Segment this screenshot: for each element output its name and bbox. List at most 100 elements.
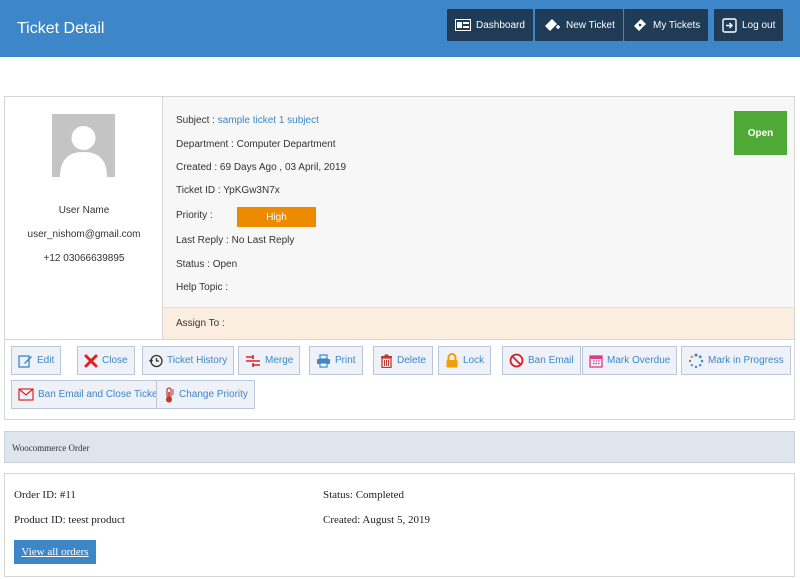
assign-row: Assign To : [163, 307, 794, 339]
user-phone: +12 03066639895 [43, 253, 125, 264]
lock-icon [446, 353, 458, 368]
status-badge: Open [734, 111, 787, 155]
edit-icon [18, 354, 32, 368]
edit-button[interactable]: Edit [11, 346, 62, 375]
user-name: User Name [58, 205, 110, 216]
dashboard-icon [455, 19, 471, 31]
order-created-row: Created: August 5, 2019 [323, 514, 430, 526]
action-bar: Edit Close Ticket History Merge Print De… [5, 339, 794, 420]
delete-label: Delete [397, 355, 426, 366]
delete-icon [381, 354, 392, 368]
logout-label: Log out [742, 19, 776, 31]
dashboard-button[interactable]: Dashboard [447, 9, 533, 41]
order-id-value: #11 [59, 489, 76, 501]
change-priority-button[interactable]: Change Priority [156, 380, 255, 409]
lock-label: Lock [463, 355, 485, 366]
avatar [52, 114, 115, 177]
print-icon [317, 353, 330, 368]
subject-label: Subject : [176, 115, 215, 126]
order-status-label: Status: [323, 489, 353, 501]
edit-label: Edit [37, 355, 55, 366]
calendar-icon [589, 354, 603, 368]
order-created-value: August 5, 2019 [362, 514, 430, 526]
top-header: Ticket Detail Dashboard New Ticket My Ti… [0, 0, 800, 57]
close-label: Close [102, 355, 128, 366]
ban-email-label: Ban Email [528, 355, 574, 366]
priority-label: Priority : [176, 210, 213, 221]
merge-button[interactable]: Merge [238, 346, 301, 375]
logout-button[interactable]: Log out [714, 9, 784, 41]
order-id-row: Order ID: #11 [14, 489, 76, 501]
subject-row: Subject : sample ticket 1 subject [176, 115, 319, 126]
merge-label: Merge [265, 355, 294, 366]
my-tickets-label: My Tickets [653, 19, 701, 31]
user-email: user_nishom@gmail.com [27, 229, 141, 240]
page-title: Ticket Detail [17, 20, 105, 37]
order-status-value: Completed [355, 489, 404, 501]
status-label: Status : [176, 259, 210, 270]
last-reply-label: Last Reply : [176, 235, 229, 246]
ticket-id-row: Ticket ID : YpKGw3N7x [176, 185, 280, 196]
last-reply-value: No Last Reply [231, 235, 295, 246]
created-row: Created : 69 Days Ago , 03 April, 2019 [176, 162, 346, 173]
mark-overdue-label: Mark Overdue [607, 355, 671, 366]
priority-row: Priority : High [176, 207, 376, 227]
history-icon [149, 354, 163, 367]
last-reply-row: Last Reply : No Last Reply [176, 235, 294, 246]
lock-button[interactable]: Lock [438, 346, 492, 375]
assign-label: Assign To : [176, 318, 225, 329]
help-topic-label: Help Topic : [176, 282, 229, 293]
print-label: Print [335, 355, 356, 366]
subject-value[interactable]: sample ticket 1 subject [218, 115, 319, 126]
department-value: Computer Department [236, 139, 336, 150]
order-id-label: Order ID: [14, 489, 58, 501]
change-priority-label: Change Priority [179, 389, 248, 400]
order-status-row: Status: Completed [323, 489, 404, 501]
priority-badge: High [237, 207, 316, 227]
mark-overdue-button[interactable]: Mark Overdue [582, 346, 678, 375]
user-avatar-icon [60, 126, 107, 177]
delete-button[interactable]: Delete [373, 346, 433, 375]
ticket-id-label: Ticket ID : [176, 185, 221, 196]
mark-in-progress-label: Mark in Progress [708, 355, 784, 366]
ban-email-button[interactable]: Ban Email [502, 346, 581, 375]
mail-icon [18, 388, 34, 401]
department-row: Department : Computer Department [176, 139, 336, 150]
help-topic-row: Help Topic : [176, 282, 228, 293]
user-card: User Name user_nishom@gmail.com +12 0306… [5, 97, 163, 339]
new-ticket-icon [545, 19, 560, 31]
ticket-info: Subject : sample ticket 1 subject Depart… [163, 97, 794, 307]
ban-email-close-label: Ban Email and Close Ticket [38, 389, 161, 400]
merge-icon [246, 354, 260, 367]
product-id-label: Product ID: [14, 514, 66, 526]
product-id-value: teest product [68, 514, 125, 526]
dashboard-label: Dashboard [476, 19, 525, 31]
ticket-id-value: YpKGw3N7x [223, 185, 280, 196]
my-tickets-button[interactable]: My Tickets [624, 9, 709, 41]
ticket-history-label: Ticket History [167, 355, 228, 366]
mark-in-progress-button[interactable]: Mark in Progress [681, 346, 791, 375]
status-row: Status : Open [176, 259, 237, 270]
status-value: Open [212, 259, 238, 270]
department-label: Department : [176, 139, 234, 150]
my-tickets-icon [634, 19, 646, 31]
ticket-history-button[interactable]: Ticket History [142, 346, 235, 375]
created-label: Created : [176, 162, 218, 173]
ban-email-close-button[interactable]: Ban Email and Close Ticket [11, 380, 168, 409]
new-ticket-button[interactable]: New Ticket [535, 9, 623, 41]
ticket-panel: User Name user_nishom@gmail.com +12 0306… [4, 96, 795, 420]
new-ticket-label: New Ticket [566, 19, 615, 31]
view-all-orders-button[interactable]: View all orders [14, 540, 96, 564]
woocommerce-order: Order ID: #11 Product ID: teest product … [4, 473, 795, 577]
logout-icon [722, 17, 737, 33]
product-id-row: Product ID: teest product [14, 514, 125, 526]
thermometer-icon [166, 386, 174, 402]
created-value: 69 Days Ago , 03 April, 2019 [219, 162, 347, 173]
print-button[interactable]: Print [309, 346, 363, 375]
close-button[interactable]: Close [77, 346, 135, 375]
woocommerce-heading: Woocommerce Order [4, 431, 795, 463]
ban-icon [509, 353, 524, 368]
spinner-icon [688, 353, 704, 368]
close-icon [84, 354, 98, 367]
order-created-label: Created: [323, 514, 361, 526]
